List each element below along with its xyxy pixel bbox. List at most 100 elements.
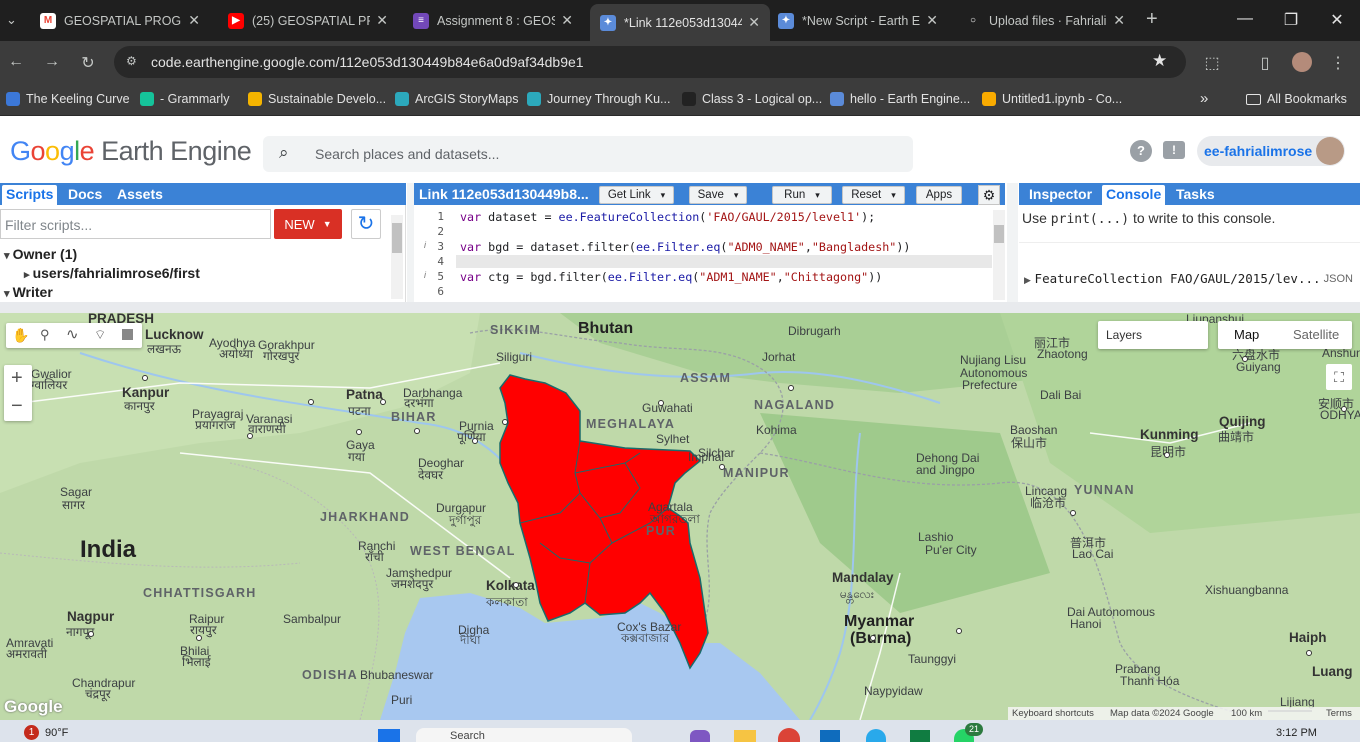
point-marker-icon[interactable]: ⚲ xyxy=(40,327,50,343)
browser-tab[interactable]: ≡ Assignment 8 : GEOS ✕ xyxy=(403,6,583,35)
chevron-down-icon[interactable]: ▾ xyxy=(4,250,13,262)
outlook-icon[interactable] xyxy=(820,730,840,742)
get-link-button[interactable]: Get Link ▾ xyxy=(599,186,674,204)
script-tree-item[interactable]: ▸ users/fahrialimrose6/first xyxy=(24,265,200,281)
info-icon[interactable]: i xyxy=(424,270,426,280)
site-info-icon[interactable]: ⚙ xyxy=(126,54,137,68)
browser-tab[interactable]: ○ Upload files · Fahrialin ✕ xyxy=(955,6,1135,35)
bookmark-item[interactable]: Journey Through Ku... xyxy=(527,92,670,106)
bookmark-item[interactable]: The Keeling Curve xyxy=(6,92,130,106)
windows-start-icon[interactable] xyxy=(378,729,400,742)
bookmark-item[interactable]: Untitled1.ipynb - Co... xyxy=(982,92,1122,106)
tab-tasks[interactable]: Tasks xyxy=(1176,186,1215,202)
refresh-scripts-icon[interactable]: ↻ xyxy=(351,209,381,239)
browser-tab[interactable]: ✦ *Link 112e053d13044 ✕ xyxy=(590,4,770,41)
minimize-icon[interactable]: — xyxy=(1222,10,1268,28)
close-tab-icon[interactable]: ✕ xyxy=(561,12,573,29)
back-icon[interactable]: ← xyxy=(6,53,26,71)
browser-tab[interactable]: M GEOSPATIAL PROGRA ✕ xyxy=(30,6,210,35)
scrollbar[interactable] xyxy=(391,215,403,299)
editor-scrollbar[interactable] xyxy=(993,210,1005,300)
tab-inspector[interactable]: Inspector xyxy=(1029,186,1092,202)
bookmark-item[interactable]: Class 3 - Logical op... xyxy=(682,92,822,106)
filter-scripts-input[interactable]: Filter scripts... xyxy=(0,209,271,239)
user-chip[interactable]: ee-fahrialimrose xyxy=(1197,136,1345,166)
bookmark-star-icon[interactable]: ★ xyxy=(1152,51,1167,71)
layers-button[interactable]: Layers xyxy=(1098,321,1208,349)
map-type-map[interactable]: Map xyxy=(1234,327,1259,342)
chevron-down-icon[interactable]: ▾ xyxy=(891,190,896,201)
weather-temp[interactable]: 90°F xyxy=(45,727,68,739)
expand-icon[interactable]: ▶ xyxy=(1024,275,1031,285)
save-button[interactable]: Save ▾ xyxy=(689,186,747,204)
polygon-draw-icon[interactable]: ⌔ xyxy=(94,327,106,343)
bookmark-item[interactable]: hello - Earth Engine... xyxy=(830,92,970,106)
all-bookmarks[interactable]: All Bookmarks xyxy=(1246,92,1347,106)
script-tree-item[interactable]: ▾ Writer xyxy=(4,284,53,300)
chevron-right-icon[interactable]: ▸ xyxy=(24,269,33,281)
new-tab-button[interactable]: + xyxy=(1146,8,1158,31)
tab-scripts[interactable]: Scripts xyxy=(2,185,58,205)
pan-hand-icon[interactable]: ✋ xyxy=(12,327,29,344)
extensions-icon[interactable]: ⬚ xyxy=(1202,53,1222,73)
rectangle-draw-icon[interactable] xyxy=(122,329,133,340)
gee-logo[interactable]: Google Earth Engine xyxy=(10,136,252,167)
tab-assets[interactable]: Assets xyxy=(117,186,163,202)
vertical-splitter-2[interactable] xyxy=(1007,183,1018,302)
close-tab-icon[interactable]: ✕ xyxy=(926,12,938,29)
code-line[interactable]: var ctg = bgd.filter(ee.Filter.eq("ADM1_… xyxy=(460,270,882,284)
new-script-button[interactable]: NEW ▼ xyxy=(274,209,342,239)
file-explorer-icon[interactable] xyxy=(734,730,756,742)
bookmark-item[interactable]: ArcGIS StoryMaps xyxy=(395,92,519,106)
tab-docs[interactable]: Docs xyxy=(68,186,102,202)
profile-avatar[interactable] xyxy=(1292,52,1312,72)
close-tab-icon[interactable]: ✕ xyxy=(1113,12,1125,29)
browser-tab[interactable]: ✦ *New Script - Earth E ✕ xyxy=(768,6,948,35)
json-tag[interactable]: JSON xyxy=(1324,273,1353,285)
chevron-down-icon[interactable]: ▾ xyxy=(4,288,13,300)
vertical-splitter[interactable] xyxy=(407,183,414,302)
reset-button[interactable]: Reset ▾ xyxy=(842,186,905,204)
reload-icon[interactable]: ↻ xyxy=(78,53,98,73)
keyboard-shortcuts[interactable]: Keyboard shortcuts xyxy=(1012,708,1094,719)
bookmark-item[interactable]: - Grammarly xyxy=(140,92,229,106)
excel-icon[interactable] xyxy=(910,730,930,742)
url-box[interactable]: ⚙ code.earthengine.google.com/112e053d13… xyxy=(114,46,1186,78)
map-canvas[interactable]: PRADESH Lucknow लखनऊ Ayodhya अयोध्या Gorakhpu… xyxy=(0,313,1360,720)
url-text[interactable]: code.earthengine.google.com/112e053d1304… xyxy=(151,54,584,70)
run-button[interactable]: Run ▾ xyxy=(772,186,832,204)
horizontal-splitter[interactable] xyxy=(0,302,1360,313)
search-box[interactable]: ⌕ Search places and datasets... xyxy=(263,136,913,172)
settings-gear-icon[interactable]: ⚙ xyxy=(978,185,1000,205)
chevron-down-icon[interactable]: ▾ xyxy=(661,190,666,201)
info-icon[interactable]: i xyxy=(424,240,426,250)
taskbar-search[interactable]: Search xyxy=(416,728,632,742)
telegram-icon[interactable] xyxy=(866,729,886,742)
tab-list-icon[interactable]: ⌄ xyxy=(6,12,17,28)
forward-icon[interactable]: → xyxy=(42,53,62,71)
code-line[interactable]: var dataset = ee.FeatureCollection('FAO/… xyxy=(460,210,875,224)
zoom-out-button[interactable]: − xyxy=(11,395,23,418)
side-panel-icon[interactable]: ▯ xyxy=(1255,53,1275,73)
chrome-icon[interactable] xyxy=(778,728,800,742)
taskbar-app-icon[interactable] xyxy=(690,730,710,742)
help-icon[interactable]: ? xyxy=(1130,140,1152,162)
menu-icon[interactable]: ⋮ xyxy=(1328,53,1348,73)
close-window-icon[interactable]: ✕ xyxy=(1314,10,1360,30)
clock-time[interactable]: 3:12 PM xyxy=(1276,727,1317,739)
close-tab-icon[interactable]: ✕ xyxy=(748,14,760,31)
close-tab-icon[interactable]: ✕ xyxy=(376,12,388,29)
apps-button[interactable]: Apps xyxy=(916,186,962,204)
chevron-down-icon[interactable]: ▾ xyxy=(815,190,820,201)
close-tab-icon[interactable]: ✕ xyxy=(188,12,200,29)
browser-tab[interactable]: ▶ (25) GEOSPATIAL PRO ✕ xyxy=(218,6,398,35)
map-type-satellite[interactable]: Satellite xyxy=(1293,327,1339,342)
fullscreen-icon[interactable]: ⛶ xyxy=(1326,364,1352,390)
zoom-in-button[interactable]: + xyxy=(11,367,23,390)
console-output-row[interactable]: ▶ FeatureCollection FAO/GAUL/2015/lev...… xyxy=(1024,271,1359,286)
code-line[interactable]: var bgd = dataset.filter(ee.Filter.eq("A… xyxy=(460,240,910,254)
restore-icon[interactable]: ❐ xyxy=(1268,10,1314,30)
script-tree-item[interactable]: ▾ Owner (1) xyxy=(4,246,77,262)
feedback-icon[interactable]: ! xyxy=(1163,141,1185,159)
terms-link[interactable]: Terms xyxy=(1326,708,1352,719)
